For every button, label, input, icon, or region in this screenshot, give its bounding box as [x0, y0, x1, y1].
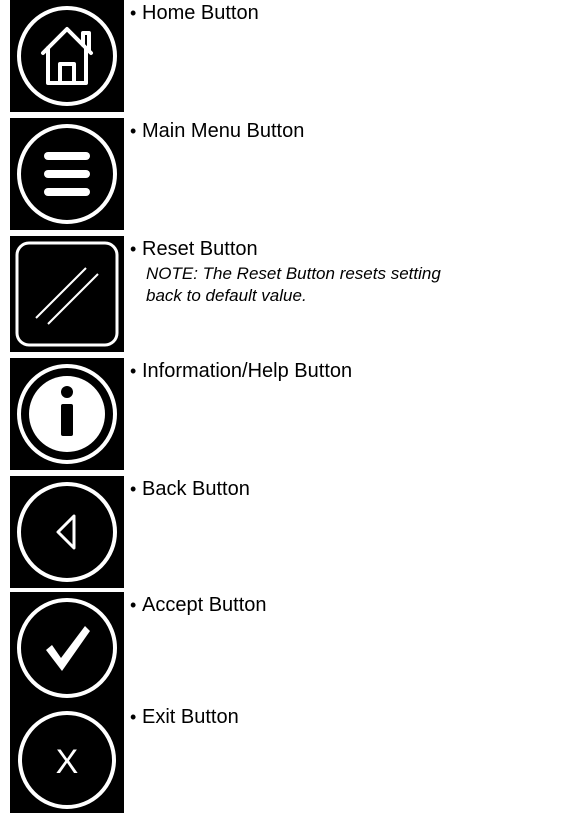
exit-button-label: Exit Button	[142, 706, 239, 728]
accept-icon	[10, 592, 124, 704]
home-button-label: Home Button	[142, 2, 259, 24]
reset-note-line-1: NOTE: The Reset Button resets setting	[146, 264, 441, 283]
bullet-marker: •	[130, 479, 137, 499]
accept-button-label: Accept Button	[142, 594, 267, 616]
bullet-item: • Accept Button	[130, 594, 267, 617]
exit-icon-glyph: X	[56, 743, 79, 781]
menu-icon	[10, 118, 124, 230]
bullet-item: • Back Button	[130, 478, 250, 501]
back-icon	[10, 476, 124, 588]
bullet-marker: •	[130, 595, 137, 615]
exit-icon: X	[10, 704, 124, 813]
main-menu-button-label: Main Menu Button	[142, 120, 305, 142]
bullet-marker: •	[130, 239, 137, 259]
bullet-marker: •	[130, 121, 137, 141]
bullet-marker: •	[130, 361, 137, 381]
info-icon	[10, 358, 124, 470]
bullet-item: • Home Button	[130, 2, 259, 25]
bullet-item: • Information/Help Button	[130, 360, 352, 383]
bullet-item: • Main Menu Button	[130, 120, 304, 143]
reset-icon	[10, 236, 124, 352]
home-icon	[10, 0, 124, 112]
bullet-marker: •	[130, 707, 137, 727]
bullet-item: • Reset Button	[130, 238, 258, 261]
bullet-item: • Exit Button	[130, 706, 239, 729]
reset-button-label: Reset Button	[142, 238, 258, 260]
reset-note-line-2: back to default value.	[146, 286, 307, 305]
info-help-button-label: Information/Help Button	[142, 360, 353, 382]
bullet-marker: •	[130, 3, 137, 23]
back-button-label: Back Button	[142, 478, 250, 500]
